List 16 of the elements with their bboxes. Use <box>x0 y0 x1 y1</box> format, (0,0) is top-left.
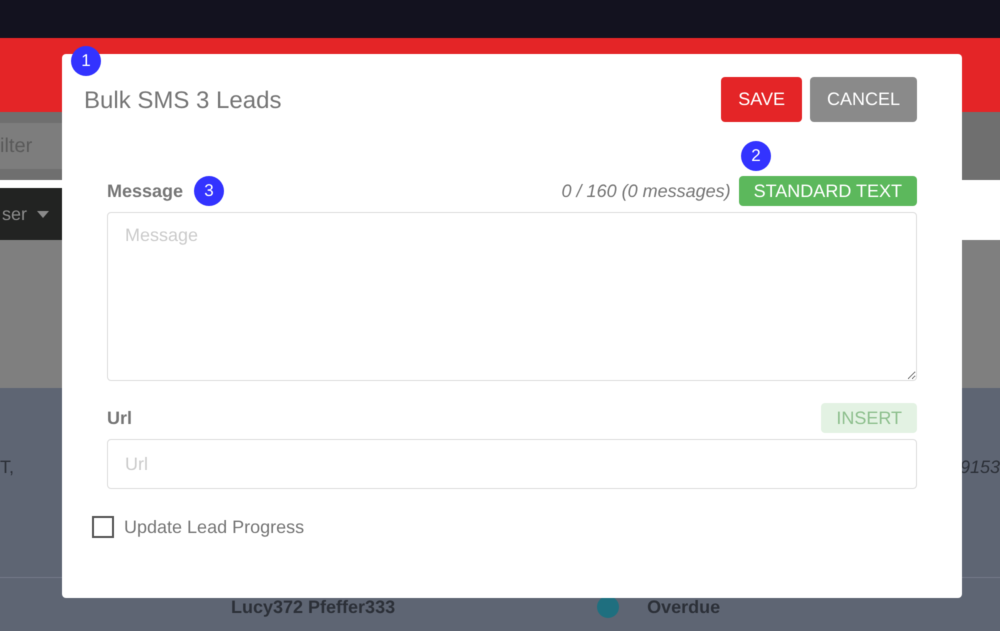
checkbox-label: Update Lead Progress <box>124 516 304 538</box>
cancel-button[interactable]: CANCEL <box>810 77 917 122</box>
row-text: T, <box>0 457 14 478</box>
dialog-title: Bulk SMS 3 Leads <box>84 87 282 115</box>
lead-status: Overdue <box>647 596 720 618</box>
field-label: Url <box>107 408 132 428</box>
lead-name: Lucy372 Pfeffer333 <box>231 596 396 618</box>
caret-icon <box>37 210 50 218</box>
checkbox[interactable] <box>92 516 114 538</box>
user-dropdown[interactable]: ser <box>0 188 62 240</box>
save-button[interactable]: SAVE <box>721 77 802 122</box>
row-number: 9153 <box>960 457 1000 478</box>
character-counter: 0 / 160 (0 messages) <box>562 180 731 202</box>
standard-text-button[interactable]: STANDARD TEXT <box>738 176 917 206</box>
field-label: Message <box>107 180 184 202</box>
info-icon <box>597 596 620 618</box>
